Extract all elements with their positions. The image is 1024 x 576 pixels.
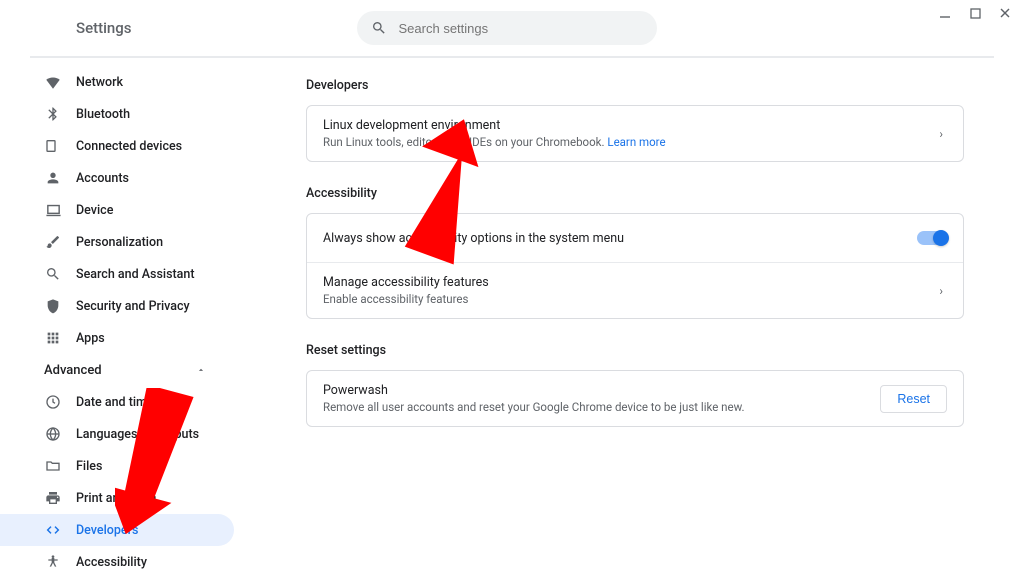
- sidebar-item-label: Accessibility: [76, 555, 147, 570]
- sidebar-item-search-assistant[interactable]: Search and Assistant: [0, 258, 234, 290]
- chevron-right-icon: ›: [935, 127, 947, 141]
- manage-a11y-sub: Enable accessibility features: [323, 292, 935, 306]
- sidebar-item-files[interactable]: Files: [0, 450, 234, 482]
- sidebar-item-date-time[interactable]: Date and time: [0, 386, 234, 418]
- powerwash-title: Powerwash: [323, 383, 880, 398]
- sidebar-item-accessibility[interactable]: Accessibility: [0, 546, 234, 576]
- content-area: Developers Linux development environment…: [246, 58, 1024, 576]
- always-show-a11y-row: Always show accessibility options in the…: [307, 214, 963, 262]
- developers-card: Linux development environment Run Linux …: [306, 105, 964, 162]
- section-title-reset: Reset settings: [306, 343, 964, 358]
- linux-devenv-sub: Run Linux tools, editors, and IDEs on yo…: [323, 135, 935, 149]
- reset-button[interactable]: Reset: [880, 385, 947, 413]
- section-title-developers: Developers: [306, 78, 964, 93]
- chevron-right-icon: ›: [935, 284, 947, 298]
- sidebar-item-network[interactable]: Network: [0, 66, 234, 98]
- sidebar-item-accounts[interactable]: Accounts: [0, 162, 234, 194]
- manage-a11y-title: Manage accessibility features: [323, 275, 935, 290]
- sidebar-item-label: Date and time: [76, 395, 154, 410]
- sidebar-item-label: Security and Privacy: [76, 299, 190, 314]
- sidebar-item-device[interactable]: Device: [0, 194, 234, 226]
- sidebar-item-label: Apps: [76, 331, 105, 346]
- brush-icon: [44, 233, 62, 251]
- apps-icon: [44, 329, 62, 347]
- window-controls: [938, 6, 1012, 20]
- sidebar-item-developers[interactable]: Developers: [0, 514, 234, 546]
- laptop-icon: [44, 201, 62, 219]
- sidebar-item-label: Files: [76, 459, 102, 474]
- search-bar[interactable]: [357, 11, 657, 45]
- search-icon: [371, 20, 387, 36]
- code-icon: [44, 521, 62, 539]
- always-show-a11y-title: Always show accessibility options in the…: [323, 231, 917, 246]
- sidebar-item-label: Developers: [76, 523, 138, 538]
- linux-devenv-title: Linux development environment: [323, 118, 935, 133]
- sidebar-item-label: Personalization: [76, 235, 163, 250]
- folder-icon: [44, 457, 62, 475]
- wifi-icon: [44, 73, 62, 91]
- always-show-a11y-toggle[interactable]: [917, 231, 947, 245]
- sidebar-item-label: Print and scan: [76, 491, 156, 506]
- sidebar-item-personalization[interactable]: Personalization: [0, 226, 234, 258]
- reset-card: Powerwash Remove all user accounts and r…: [306, 370, 964, 427]
- sidebar-item-label: Bluetooth: [76, 107, 130, 122]
- close-button[interactable]: [998, 6, 1012, 20]
- header: Settings: [0, 0, 1024, 56]
- sidebar-advanced-toggle[interactable]: Advanced: [0, 354, 234, 386]
- accessibility-icon: [44, 553, 62, 571]
- devices-icon: [44, 137, 62, 155]
- sidebar-item-label: Accounts: [76, 171, 129, 186]
- search-input[interactable]: [399, 21, 643, 36]
- minimize-button[interactable]: [938, 6, 952, 20]
- linux-devenv-row[interactable]: Linux development environment Run Linux …: [307, 106, 963, 161]
- sidebar-item-connected-devices[interactable]: Connected devices: [0, 130, 234, 162]
- sidebar: Network Bluetooth Connected devices Acco…: [0, 58, 246, 576]
- maximize-button[interactable]: [968, 6, 982, 20]
- chevron-up-icon: [196, 365, 206, 375]
- accessibility-card: Always show accessibility options in the…: [306, 213, 964, 319]
- person-icon: [44, 169, 62, 187]
- sidebar-item-bluetooth[interactable]: Bluetooth: [0, 98, 234, 130]
- sidebar-item-apps[interactable]: Apps: [0, 322, 234, 354]
- sidebar-item-security-privacy[interactable]: Security and Privacy: [0, 290, 234, 322]
- sidebar-item-label: Device: [76, 203, 113, 218]
- sidebar-advanced-label: Advanced: [44, 363, 102, 378]
- sidebar-item-label: Connected devices: [76, 139, 182, 154]
- page-title: Settings: [76, 19, 132, 37]
- learn-more-link[interactable]: Learn more: [607, 135, 665, 149]
- section-title-accessibility: Accessibility: [306, 186, 964, 201]
- print-icon: [44, 489, 62, 507]
- manage-a11y-row[interactable]: Manage accessibility features Enable acc…: [307, 262, 963, 318]
- sidebar-item-languages[interactable]: Languages and inputs: [0, 418, 234, 450]
- powerwash-row: Powerwash Remove all user accounts and r…: [307, 371, 963, 426]
- search-icon: [44, 265, 62, 283]
- sidebar-item-label: Languages and inputs: [76, 427, 199, 442]
- clock-icon: [44, 393, 62, 411]
- globe-icon: [44, 425, 62, 443]
- sidebar-item-print-scan[interactable]: Print and scan: [0, 482, 234, 514]
- bluetooth-icon: [44, 105, 62, 123]
- sidebar-item-label: Search and Assistant: [76, 267, 195, 282]
- shield-icon: [44, 297, 62, 315]
- powerwash-sub: Remove all user accounts and reset your …: [323, 400, 880, 414]
- sidebar-item-label: Network: [76, 75, 123, 90]
